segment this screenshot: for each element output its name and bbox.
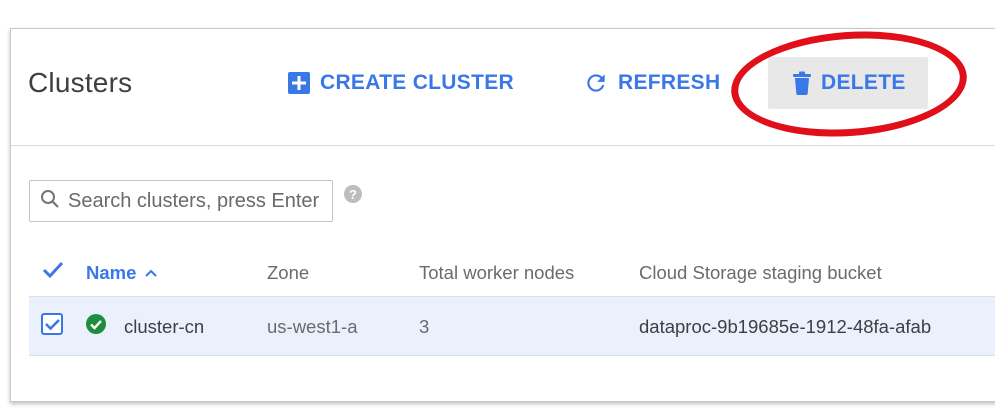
select-all-checkbox[interactable] [41, 258, 65, 287]
add-box-icon [287, 71, 311, 95]
refresh-button[interactable]: REFRESH [583, 57, 720, 109]
column-header-bucket[interactable]: Cloud Storage staging bucket [639, 262, 882, 284]
delete-label: DELETE [821, 71, 906, 94]
create-cluster-button[interactable]: CREATE CLUSTER [287, 57, 514, 109]
search-input[interactable] [68, 189, 332, 213]
toolbar: Clusters CREATE CLUSTER REFRESH DELETE [11, 23, 995, 146]
refresh-icon [583, 70, 609, 96]
refresh-label: REFRESH [618, 71, 721, 94]
help-icon[interactable]: ? [344, 185, 362, 203]
cluster-bucket-link[interactable]: dataproc-9b19685e-1912-48fa-afab [639, 316, 984, 338]
row-checkbox[interactable] [40, 312, 64, 341]
sort-ascending-icon [144, 268, 158, 278]
delete-button[interactable]: DELETE [768, 57, 928, 109]
status-ok-icon [85, 313, 107, 340]
clusters-panel: Clusters CREATE CLUSTER REFRESH DELETE S… [10, 23, 995, 402]
page-title: Clusters [28, 67, 133, 98]
search-box[interactable] [29, 180, 333, 222]
cluster-name-link[interactable]: cluster-cn [124, 316, 204, 338]
cluster-zone: us-west1-a [267, 316, 358, 337]
column-header-zone[interactable]: Zone [267, 262, 309, 284]
column-header-worker-nodes[interactable]: Total worker nodes [419, 262, 574, 284]
create-cluster-label: CREATE CLUSTER [320, 71, 514, 94]
cluster-worker-nodes: 3 [419, 316, 430, 337]
column-header-name[interactable]: Name [86, 262, 158, 284]
search-icon [40, 189, 60, 214]
trash-icon [792, 71, 812, 95]
column-name-label: Name [86, 262, 137, 283]
